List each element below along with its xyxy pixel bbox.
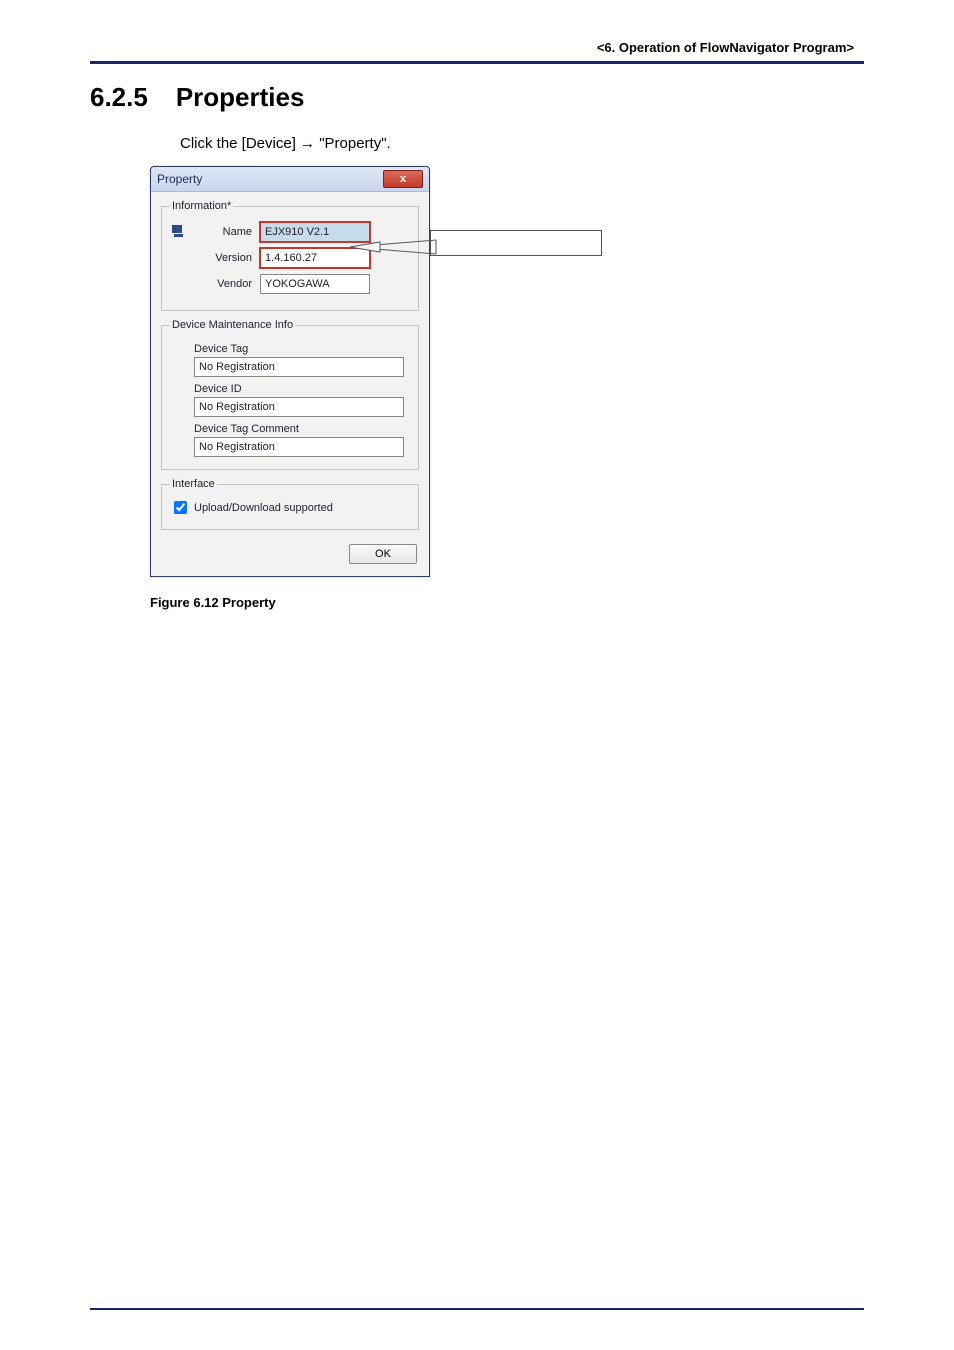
figure-caption: Figure 6.12 Property bbox=[150, 595, 864, 610]
callout-box bbox=[430, 230, 602, 256]
device-tag-comment-label: Device Tag Comment bbox=[194, 423, 410, 435]
interface-group: Interface Upload/Download supported bbox=[161, 478, 419, 530]
device-id-field: No Registration bbox=[194, 397, 404, 417]
upload-download-checkbox[interactable] bbox=[174, 501, 187, 514]
device-tag-comment-field: No Registration bbox=[194, 437, 404, 457]
property-dialog: Property x Information* Name EJX910 V2.1 bbox=[150, 166, 430, 577]
interface-legend: Interface bbox=[170, 478, 217, 490]
footer-divider bbox=[90, 1308, 864, 1310]
heading-title: Properties bbox=[176, 82, 305, 113]
maintenance-legend: Device Maintenance Info bbox=[170, 319, 295, 331]
header-divider bbox=[90, 61, 864, 64]
section-heading: 6.2.5 Properties bbox=[90, 82, 864, 113]
instruction-text: Click the [Device] → "Property". bbox=[180, 135, 864, 152]
dialog-title: Property bbox=[157, 172, 202, 186]
device-icon bbox=[170, 223, 192, 242]
device-tag-field: No Registration bbox=[194, 357, 404, 377]
device-id-label: Device ID bbox=[194, 383, 410, 395]
information-group: Information* Name EJX910 V2.1 Version 1.… bbox=[161, 200, 419, 311]
maintenance-group: Device Maintenance Info Device Tag No Re… bbox=[161, 319, 419, 470]
name-field: EJX910 V2.1 bbox=[260, 222, 370, 242]
name-label: Name bbox=[192, 226, 260, 238]
ok-button[interactable]: OK bbox=[349, 544, 417, 564]
upload-download-label: Upload/Download supported bbox=[194, 502, 333, 514]
page-header-chapter: <6. Operation of FlowNavigator Program> bbox=[90, 40, 864, 61]
close-button[interactable]: x bbox=[383, 170, 423, 188]
vendor-label: Vendor bbox=[192, 278, 260, 290]
version-field: 1.4.160.27 bbox=[260, 248, 370, 268]
information-legend: Information* bbox=[170, 200, 233, 212]
heading-number: 6.2.5 bbox=[90, 82, 148, 113]
vendor-field: YOKOGAWA bbox=[260, 274, 370, 294]
version-label: Version bbox=[192, 252, 260, 264]
dialog-titlebar: Property x bbox=[151, 167, 429, 192]
device-tag-label: Device Tag bbox=[194, 343, 410, 355]
